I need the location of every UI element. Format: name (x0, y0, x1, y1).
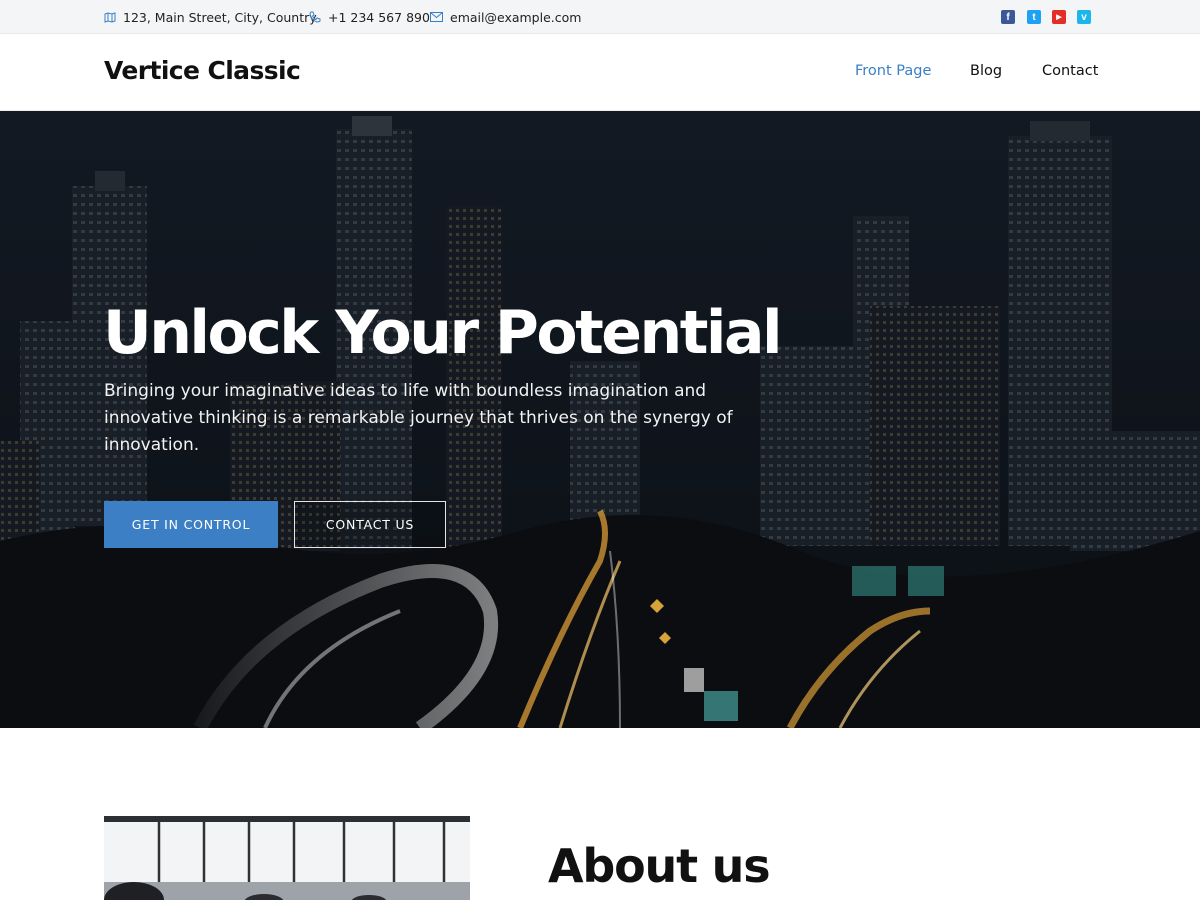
about-image (104, 816, 470, 900)
top-bar: 123, Main Street, City, Country +1 234 5… (0, 0, 1200, 34)
email-text[interactable]: email@example.com (450, 10, 581, 25)
nav-item-front-page[interactable]: Front Page (855, 63, 931, 79)
envelope-icon (430, 12, 443, 22)
phone-icon (309, 11, 321, 23)
twitter-icon[interactable]: t (1027, 10, 1041, 24)
hero-title: Unlock Your Potential (103, 298, 783, 368)
facebook-icon[interactable]: f (1001, 10, 1015, 24)
vimeo-icon[interactable]: v (1077, 10, 1091, 24)
contact-us-button[interactable]: CONTACT US (294, 501, 446, 548)
get-in-control-button[interactable]: GET IN CONTROL (104, 501, 278, 548)
nav-item-blog[interactable]: Blog (970, 63, 1002, 79)
hero-subtitle: Bringing your imaginative ideas to life … (104, 381, 733, 455)
youtube-icon[interactable]: ▶ (1052, 10, 1066, 24)
phone-text[interactable]: +1 234 567 890 (328, 10, 430, 25)
map-icon (104, 11, 116, 23)
address-info: 123, Main Street, City, Country (104, 0, 317, 34)
about-title: About us (548, 839, 771, 893)
nav-item-contact[interactable]: Contact (1042, 63, 1098, 79)
hero-section: Unlock Your Potential Bringing your imag… (0, 111, 1200, 728)
address-text: 123, Main Street, City, Country (123, 9, 317, 25)
site-logo[interactable]: Vertice Classic (104, 56, 301, 85)
site-header: Vertice Classic Front Page Blog Contact (0, 35, 1200, 111)
email-info: email@example.com (430, 0, 581, 34)
office-photo (104, 816, 470, 900)
phone-info: +1 234 567 890 (309, 0, 430, 34)
